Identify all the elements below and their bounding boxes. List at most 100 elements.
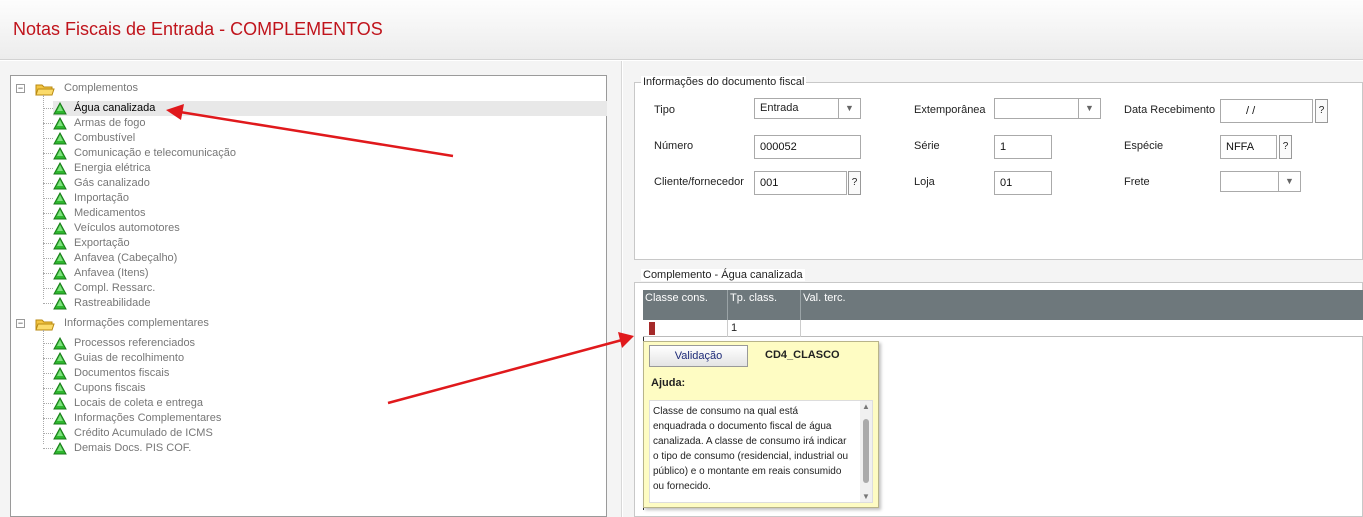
tree-item[interactable]: Gás canalizado [53,176,607,191]
chevron-down-icon: ▼ [1078,99,1100,118]
especie-lookup-button[interactable]: ? [1279,135,1292,159]
column-header-tp-class[interactable]: Tp. class. [728,290,801,320]
numero-label: Número [654,140,694,152]
tree-item[interactable]: Documentos fiscais [53,366,607,381]
loja-input[interactable]: 01 [994,171,1052,195]
tree-item[interactable]: Rastreabilidade [53,296,607,311]
tree-item-label: Locais de coleta e entrega [74,397,204,409]
column-header-classe[interactable]: Classe cons. [643,290,728,320]
serie-label: Série [914,140,940,152]
especie-label: Espécie [1124,140,1164,152]
tree-item[interactable]: Compl. Ressarc. [53,281,607,296]
data-recebimento-label: Data Recebimento [1124,104,1216,116]
tree-item[interactable]: Anfavea (Cabeçalho) [53,251,607,266]
tree-item[interactable]: Locais de coleta e entrega [53,396,607,411]
tree-connector [43,373,53,374]
chevron-down-icon: ▼ [838,99,860,118]
extemporanea-label: Extemporânea [914,104,986,116]
serie-input[interactable]: 1 [994,135,1052,159]
tree-item[interactable]: Cupons fiscais [53,381,607,396]
green-triangle-icon [53,221,67,235]
green-triangle-icon [53,146,67,160]
green-triangle-icon [53,236,67,250]
tree-item-label: Comunicação e telecomunicação [74,147,237,159]
tipo-label: Tipo [654,104,675,116]
cliente-lookup-button[interactable]: ? [848,171,861,195]
tree-item-label: Anfavea (Itens) [74,267,149,279]
tree-item[interactable]: Veículos automotores [53,221,607,236]
scroll-down-icon[interactable]: ▼ [860,492,872,501]
tree-connector [43,288,53,289]
tree-item[interactable]: Crédito Acumulado de ICMS [53,426,607,441]
tree-item[interactable]: Exportação [53,236,607,251]
data-lookup-button[interactable]: ? [1315,99,1328,123]
collapse-toggle-icon[interactable]: − [16,319,25,328]
val-terc-cell[interactable] [801,320,1363,337]
numero-input[interactable]: 000052 [754,135,861,159]
tree-item[interactable]: Informações Complementares [53,411,607,426]
doc-info-legend: Informações do documento fiscal [641,76,807,88]
folder-icon [35,317,55,331]
scroll-up-icon[interactable]: ▲ [860,402,872,411]
complement-legend: Complemento - Água canalizada [641,269,805,281]
help-scrollbar[interactable]: ▲ ▼ [860,401,872,502]
tree-item[interactable]: Importação [53,191,607,206]
tree-item[interactable]: Processos referenciados [53,336,607,351]
tree-item[interactable]: Medicamentos [53,206,607,221]
tree-connector [43,213,53,214]
tree-item-label: Gás canalizado [74,177,150,189]
scroll-thumb[interactable] [863,419,869,483]
tree-connector [43,198,53,199]
tree-item-label: Documentos fiscais [74,367,170,379]
tree-item-label: Medicamentos [74,207,146,219]
complement-grid-header: Classe cons. Tp. class. Val. terc. [643,290,1363,320]
tree-item-label: Cupons fiscais [74,382,146,394]
tree-item-label: Crédito Acumulado de ICMS [74,427,213,439]
tree-connector [43,95,44,299]
tree-item-label: Rastreabilidade [74,297,151,309]
classe-cell[interactable] [643,320,728,337]
tree-item-label: Energia elétrica [74,162,151,174]
validacao-button[interactable]: Validação [649,345,748,367]
tree-item[interactable]: Anfavea (Itens) [53,266,607,281]
tree-connector [43,153,53,154]
green-triangle-icon [53,411,67,425]
frete-select[interactable]: ▼ [1220,171,1301,192]
tree-connector [43,343,53,344]
tree-connector [43,123,53,124]
table-row[interactable]: 1 [643,320,1363,337]
green-triangle-icon [53,116,67,130]
extemporanea-select[interactable]: ▼ [994,98,1101,119]
help-field-name: CD4_CLASCO [765,349,840,361]
loja-label: Loja [914,176,935,188]
especie-input[interactable]: NFFA [1220,135,1277,159]
tree-item[interactable]: Demais Docs. PIS COF. [53,441,607,456]
tree-group-1[interactable]: Complementos [33,81,593,96]
tree-item[interactable]: Comunicação e telecomunicação [53,146,607,161]
tree-connector [43,330,44,444]
tree-item-label: Compl. Ressarc. [74,282,156,294]
help-tooltip: Validação CD4_CLASCO Ajuda: Classe de co… [643,341,879,508]
tree-group-label: Informações complementares [64,317,209,329]
green-triangle-icon [53,281,67,295]
tree-item[interactable]: Combustível [53,131,607,146]
tree-connector [43,403,53,404]
green-triangle-icon [53,131,67,145]
collapse-toggle-icon[interactable]: − [16,84,25,93]
cliente-input[interactable]: 001 [754,171,847,195]
tree-item[interactable]: Armas de fogo [53,116,607,131]
tipo-select[interactable]: Entrada ▼ [754,98,861,119]
data-recebimento-value: / / [1246,105,1256,117]
data-recebimento-input[interactable]: / / [1220,99,1313,123]
cliente-label: Cliente/fornecedor [654,176,744,188]
green-triangle-icon [53,351,67,365]
tree-group-2[interactable]: Informações complementares [33,316,593,331]
tree-item-label: Informações Complementares [74,412,222,424]
green-triangle-icon [53,161,67,175]
tree-item[interactable]: Água canalizada [53,101,607,116]
tp-class-cell[interactable]: 1 [728,320,801,337]
tree-connector [43,303,53,304]
tree-item[interactable]: Guias de recolhimento [53,351,607,366]
tree-item[interactable]: Energia elétrica [53,161,607,176]
column-header-val-terc[interactable]: Val. terc. [801,290,1363,320]
